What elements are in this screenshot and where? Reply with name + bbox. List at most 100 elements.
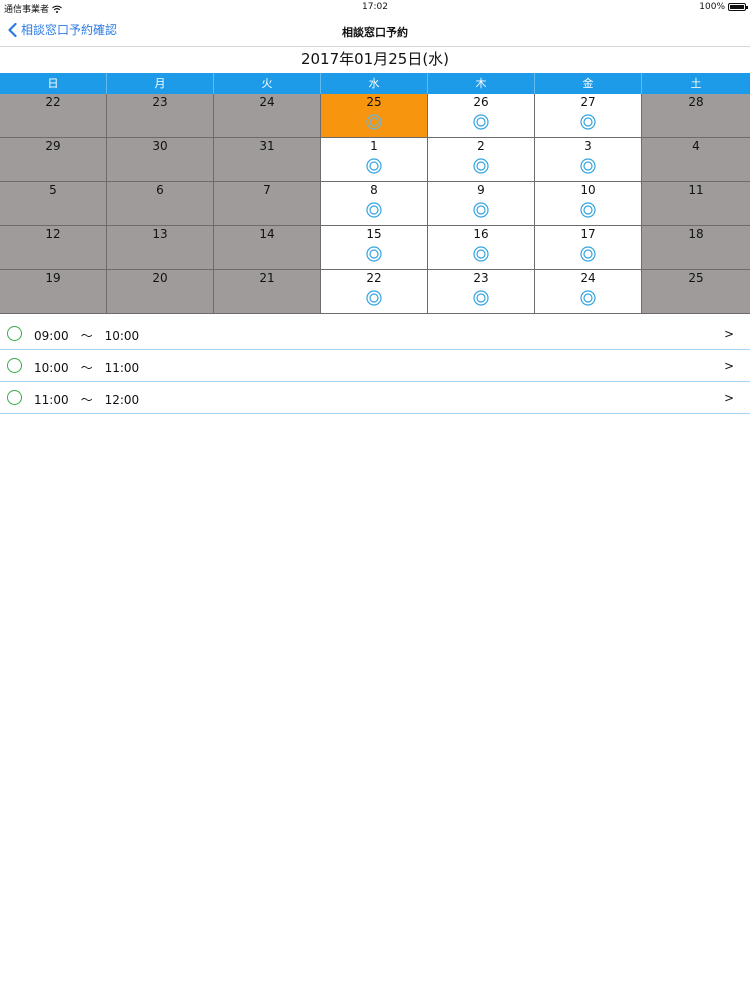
weekday-label: 月 (107, 73, 214, 94)
status-time: 17:02 (362, 2, 388, 12)
calendar-day-cell[interactable]: 27 (535, 94, 642, 138)
calendar-grid: 22 23 24 25 26 27 28 29 30 31 1 2 3 4 5 6 7 8 9 10 11 12 13 14 1… (0, 94, 750, 314)
time-slot-row[interactable]: 10:00 〜 11:00 > (0, 350, 750, 382)
calendar-day-cell[interactable]: 17 (535, 226, 642, 270)
calendar-day-number: 17 (580, 227, 596, 241)
time-slot-label: 11:00 〜 12:00 (34, 393, 140, 407)
calendar-day-cell: 28 (642, 94, 750, 138)
calendar-day-number: 1 (370, 139, 378, 153)
calendar-day-cell: 19 (0, 270, 107, 314)
calendar-day-cell: 12 (0, 226, 107, 270)
calendar-day-number: 7 (263, 183, 271, 197)
navigation-bar: 相談窓口予約確認 相談窓口予約 (0, 14, 750, 47)
calendar-day-number: 30 (152, 139, 168, 153)
calendar-day-number: 12 (45, 227, 61, 241)
chevron-right-icon: > (723, 359, 734, 373)
time-slot-row[interactable]: 11:00 〜 12:00 > (0, 382, 750, 414)
calendar-day-cell[interactable]: 2 (428, 138, 535, 182)
double-circle-icon (473, 114, 489, 130)
calendar-day-number: 21 (259, 271, 275, 285)
weekday-label: 土 (690, 77, 702, 90)
calendar-day-number: 9 (477, 183, 485, 197)
battery-icon (728, 3, 748, 11)
calendar-day-number: 15 (366, 227, 382, 241)
calendar-day-number: 31 (259, 139, 275, 153)
double-circle-icon (473, 202, 489, 218)
weekday-label: 火 (214, 73, 321, 94)
status-bar: 通信事業者 17:02 100% (0, 0, 750, 15)
time-slot-label: 10:00 〜 11:00 (34, 361, 140, 375)
calendar: 日月火水木金土 22 23 24 25 26 27 28 29 30 31 1 2 3 4 5 6 7 8 9 10 1… (0, 73, 750, 314)
calendar-day-number: 22 (366, 271, 382, 285)
double-circle-icon (366, 158, 382, 174)
double-circle-icon (366, 246, 382, 262)
calendar-day-cell: 7 (214, 182, 321, 226)
calendar-day-number: 19 (45, 271, 61, 285)
calendar-day-number: 16 (473, 227, 489, 241)
double-circle-icon (580, 114, 596, 130)
calendar-day-cell: 13 (107, 226, 214, 270)
calendar-day-cell[interactable]: 16 (428, 226, 535, 270)
weekday-label: 水 (321, 73, 428, 94)
calendar-day-cell: 5 (0, 182, 107, 226)
calendar-day-cell[interactable]: 9 (428, 182, 535, 226)
calendar-day-number: 14 (259, 227, 275, 241)
calendar-week-row: 19 20 21 22 23 24 25 (0, 270, 750, 314)
calendar-day-number: 24 (580, 271, 596, 285)
calendar-day-cell[interactable]: 15 (321, 226, 428, 270)
calendar-day-number: 28 (688, 95, 704, 109)
calendar-day-cell: 6 (107, 182, 214, 226)
double-circle-icon (473, 246, 489, 262)
calendar-day-cell: 20 (107, 270, 214, 314)
calendar-week-row: 29 30 31 1 2 3 4 (0, 138, 750, 182)
calendar-day-number: 8 (370, 183, 378, 197)
calendar-day-cell: 25 (642, 270, 750, 314)
calendar-day-cell[interactable]: 3 (535, 138, 642, 182)
calendar-day-cell: 21 (214, 270, 321, 314)
radio-circle-icon (7, 390, 22, 405)
calendar-day-number: 11 (688, 183, 704, 197)
calendar-day-cell[interactable]: 25 (321, 94, 428, 138)
calendar-day-number: 25 (366, 95, 382, 109)
radio-circle-icon (7, 358, 22, 373)
calendar-day-cell: 14 (214, 226, 321, 270)
double-circle-icon (366, 290, 382, 306)
selected-date-heading: 2017年01月25日(水) (300, 50, 450, 68)
calendar-day-number: 23 (473, 271, 489, 285)
calendar-day-number: 23 (152, 95, 168, 109)
calendar-day-number: 18 (688, 227, 704, 241)
calendar-day-number: 29 (45, 139, 61, 153)
calendar-day-cell[interactable]: 24 (535, 270, 642, 314)
chevron-right-icon: > (723, 391, 734, 405)
page-title: 相談窓口予約 (342, 26, 408, 39)
double-circle-icon (366, 114, 382, 130)
time-slot-row[interactable]: 09:00 〜 10:00 > (0, 318, 750, 350)
weekday-label: 金 (535, 73, 642, 94)
calendar-day-number: 6 (156, 183, 164, 197)
calendar-day-cell: 29 (0, 138, 107, 182)
calendar-day-number: 3 (584, 139, 592, 153)
double-circle-icon (580, 158, 596, 174)
calendar-week-row: 22 23 24 25 26 27 28 (0, 94, 750, 138)
double-circle-icon (473, 290, 489, 306)
calendar-day-number: 22 (45, 95, 61, 109)
calendar-day-cell: 11 (642, 182, 750, 226)
status-battery-group: 100% (699, 2, 748, 12)
calendar-day-cell[interactable]: 26 (428, 94, 535, 138)
calendar-day-cell: 30 (107, 138, 214, 182)
calendar-day-number: 4 (692, 139, 700, 153)
calendar-day-cell: 24 (214, 94, 321, 138)
calendar-day-cell[interactable]: 8 (321, 182, 428, 226)
calendar-day-cell[interactable]: 1 (321, 138, 428, 182)
double-circle-icon (580, 246, 596, 262)
calendar-day-cell[interactable]: 23 (428, 270, 535, 314)
calendar-day-number: 26 (473, 95, 489, 109)
weekday-label: 日 (0, 73, 107, 94)
calendar-day-cell[interactable]: 22 (321, 270, 428, 314)
double-circle-icon (366, 202, 382, 218)
calendar-day-cell[interactable]: 10 (535, 182, 642, 226)
double-circle-icon (580, 290, 596, 306)
calendar-day-number: 27 (580, 95, 596, 109)
double-circle-icon (580, 202, 596, 218)
calendar-day-number: 20 (152, 271, 168, 285)
